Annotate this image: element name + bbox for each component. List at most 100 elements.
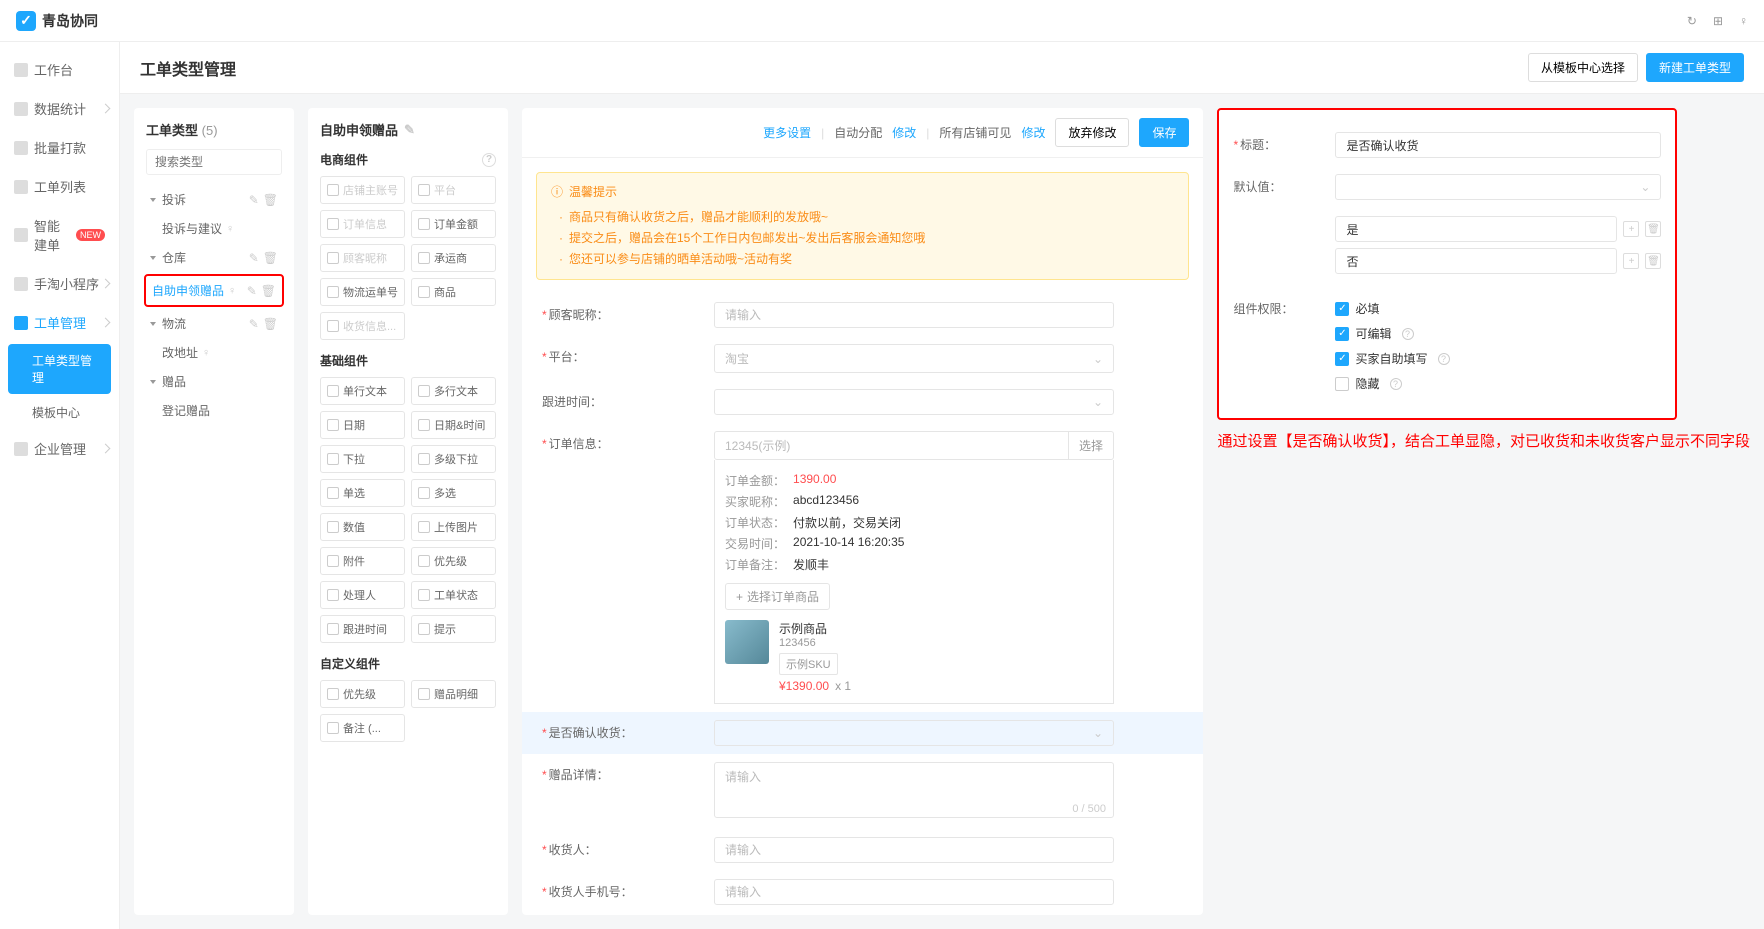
component-chip[interactable]: 提示 [411,615,496,643]
modify-visible-link[interactable]: 修改 [1021,124,1045,141]
component-chip[interactable]: 订单信息 [320,210,405,238]
field-customer-nick[interactable]: *顾客昵称： [522,294,1203,336]
nav-stats[interactable]: 数据统计 [0,89,119,128]
permission-item[interactable]: 必填 [1335,296,1661,321]
component-chip[interactable]: 备注 (... [320,714,405,742]
delete-icon[interactable]: 🗑 [263,317,278,331]
field-confirm-receive[interactable]: *是否确认收货： ⌄ [522,712,1203,754]
nav-workbench[interactable]: 工作台 [0,50,119,89]
permission-item[interactable]: 买家自助填写? [1335,346,1661,371]
component-chip[interactable]: 承运商 [411,244,496,272]
type-search-input[interactable] [146,149,282,175]
delete-icon[interactable]: 🗑 [263,251,278,265]
nav-smart-create[interactable]: 智能建单NEW [0,206,119,264]
prop-title-input[interactable] [1335,132,1661,158]
field-receiver-phone[interactable]: *收货人手机号： [522,871,1203,913]
component-chip[interactable]: 上传图片 [411,513,496,541]
tree-item[interactable]: 仓库✎🗑 [146,243,282,272]
checkbox[interactable] [1335,327,1349,341]
tree-item[interactable]: 登记赠品 [146,396,282,425]
delete-option-icon[interactable]: 🗑 [1645,221,1661,237]
field-receiver-addr[interactable]: *收货人地址： [522,913,1203,915]
edit-icon[interactable]: ✎ [249,317,259,331]
component-chip[interactable]: 跟进时间 [320,615,405,643]
component-chip[interactable]: 赠品明细 [411,680,496,708]
info-icon[interactable]: ? [1402,328,1414,340]
refresh-icon[interactable]: ↻ [1687,14,1697,28]
field-receiver[interactable]: *收货人： [522,829,1203,871]
add-option-icon[interactable]: + [1623,221,1639,237]
nav-batch-pay[interactable]: 批量打款 [0,128,119,167]
permission-item[interactable]: 隐藏? [1335,371,1661,396]
component-chip[interactable]: 附件 [320,547,405,575]
add-option-icon[interactable]: + [1623,253,1639,269]
component-chip[interactable]: 数值 [320,513,405,541]
order-id-input[interactable]: 12345(示例)选择 [714,431,1114,460]
nav-template-center[interactable]: 模板中心 [0,396,119,429]
component-chip[interactable]: 收货信息... [320,312,405,340]
default-value-select[interactable]: ⌄ [1335,174,1661,200]
component-chip[interactable]: 处理人 [320,581,405,609]
tree-item[interactable]: 赠品 [146,367,282,396]
nav-ticket-manage[interactable]: 工单管理 [0,303,119,342]
nav-ticket-list[interactable]: 工单列表 [0,167,119,206]
component-chip[interactable]: 单行文本 [320,377,405,405]
info-icon[interactable]: ? [1438,353,1450,365]
permission-item[interactable]: 可编辑? [1335,321,1661,346]
save-button[interactable]: 保存 [1139,118,1189,147]
edit-icon[interactable]: ✎ [249,193,259,207]
option-input[interactable] [1335,216,1617,242]
component-chip[interactable]: 顾客昵称 [320,244,405,272]
component-chip[interactable]: 工单状态 [411,581,496,609]
tree-item[interactable]: 物流✎🗑 [146,309,282,338]
customer-nick-input[interactable] [714,302,1114,328]
component-chip[interactable]: 多行文本 [411,377,496,405]
nav-miniapp[interactable]: 手淘小程序 [0,264,119,303]
field-follow-time[interactable]: 跟进时间： ⌄ [522,381,1203,423]
user-icon[interactable]: ♀ [1739,14,1748,28]
component-chip[interactable]: 多选 [411,479,496,507]
delete-icon[interactable]: 🗑 [261,284,276,298]
platform-select[interactable]: 淘宝⌄ [714,344,1114,373]
tree-item[interactable]: 自助申领赠品 ♀✎🗑 [144,274,284,307]
component-chip[interactable]: 多级下拉 [411,445,496,473]
more-settings-link[interactable]: 更多设置 [763,124,811,141]
confirm-receive-select[interactable]: ⌄ [714,720,1114,746]
component-chip[interactable]: 下拉 [320,445,405,473]
component-chip[interactable]: 店铺主账号 [320,176,405,204]
delete-option-icon[interactable]: 🗑 [1645,253,1661,269]
scan-icon[interactable]: ⊞ [1713,14,1723,28]
field-gift-detail[interactable]: *赠品详情： 0 / 500 [522,754,1203,829]
component-chip[interactable]: 优先级 [411,547,496,575]
checkbox[interactable] [1335,352,1349,366]
option-input[interactable] [1335,248,1617,274]
tree-item[interactable]: 改地址 ♀ [146,338,282,367]
delete-icon[interactable]: 🗑 [263,193,278,207]
checkbox[interactable] [1335,302,1349,316]
discard-button[interactable]: 放弃修改 [1055,118,1129,147]
follow-time-select[interactable]: ⌄ [714,389,1114,415]
tree-item[interactable]: 投诉✎🗑 [146,185,282,214]
receiver-input[interactable] [714,837,1114,863]
field-order-info[interactable]: *订单信息： 12345(示例)选择 订单金额：1390.00 买家昵称：abc… [522,423,1203,712]
gift-detail-textarea[interactable] [714,762,1114,818]
component-chip[interactable]: 平台 [411,176,496,204]
edit-icon[interactable]: ✎ [247,284,257,298]
create-type-button[interactable]: 新建工单类型 [1646,53,1744,82]
field-platform[interactable]: *平台： 淘宝⌄ [522,336,1203,381]
component-chip[interactable]: 日期&时间 [411,411,496,439]
nav-enterprise[interactable]: 企业管理 [0,429,119,468]
info-icon[interactable]: ? [482,153,496,167]
from-template-button[interactable]: 从模板中心选择 [1528,53,1638,82]
checkbox[interactable] [1335,377,1349,391]
component-chip[interactable]: 优先级 [320,680,405,708]
order-select-button[interactable]: 选择 [1068,432,1113,459]
info-icon[interactable]: ? [1390,378,1402,390]
component-chip[interactable]: 单选 [320,479,405,507]
nav-type-manage[interactable]: 工单类型管理 [8,344,111,394]
component-chip[interactable]: 日期 [320,411,405,439]
tree-item[interactable]: 投诉与建议 ♀ [146,214,282,243]
component-chip[interactable]: 物流运单号 [320,278,405,306]
edit-icon[interactable]: ✎ [249,251,259,265]
modify-assign-link[interactable]: 修改 [892,124,916,141]
